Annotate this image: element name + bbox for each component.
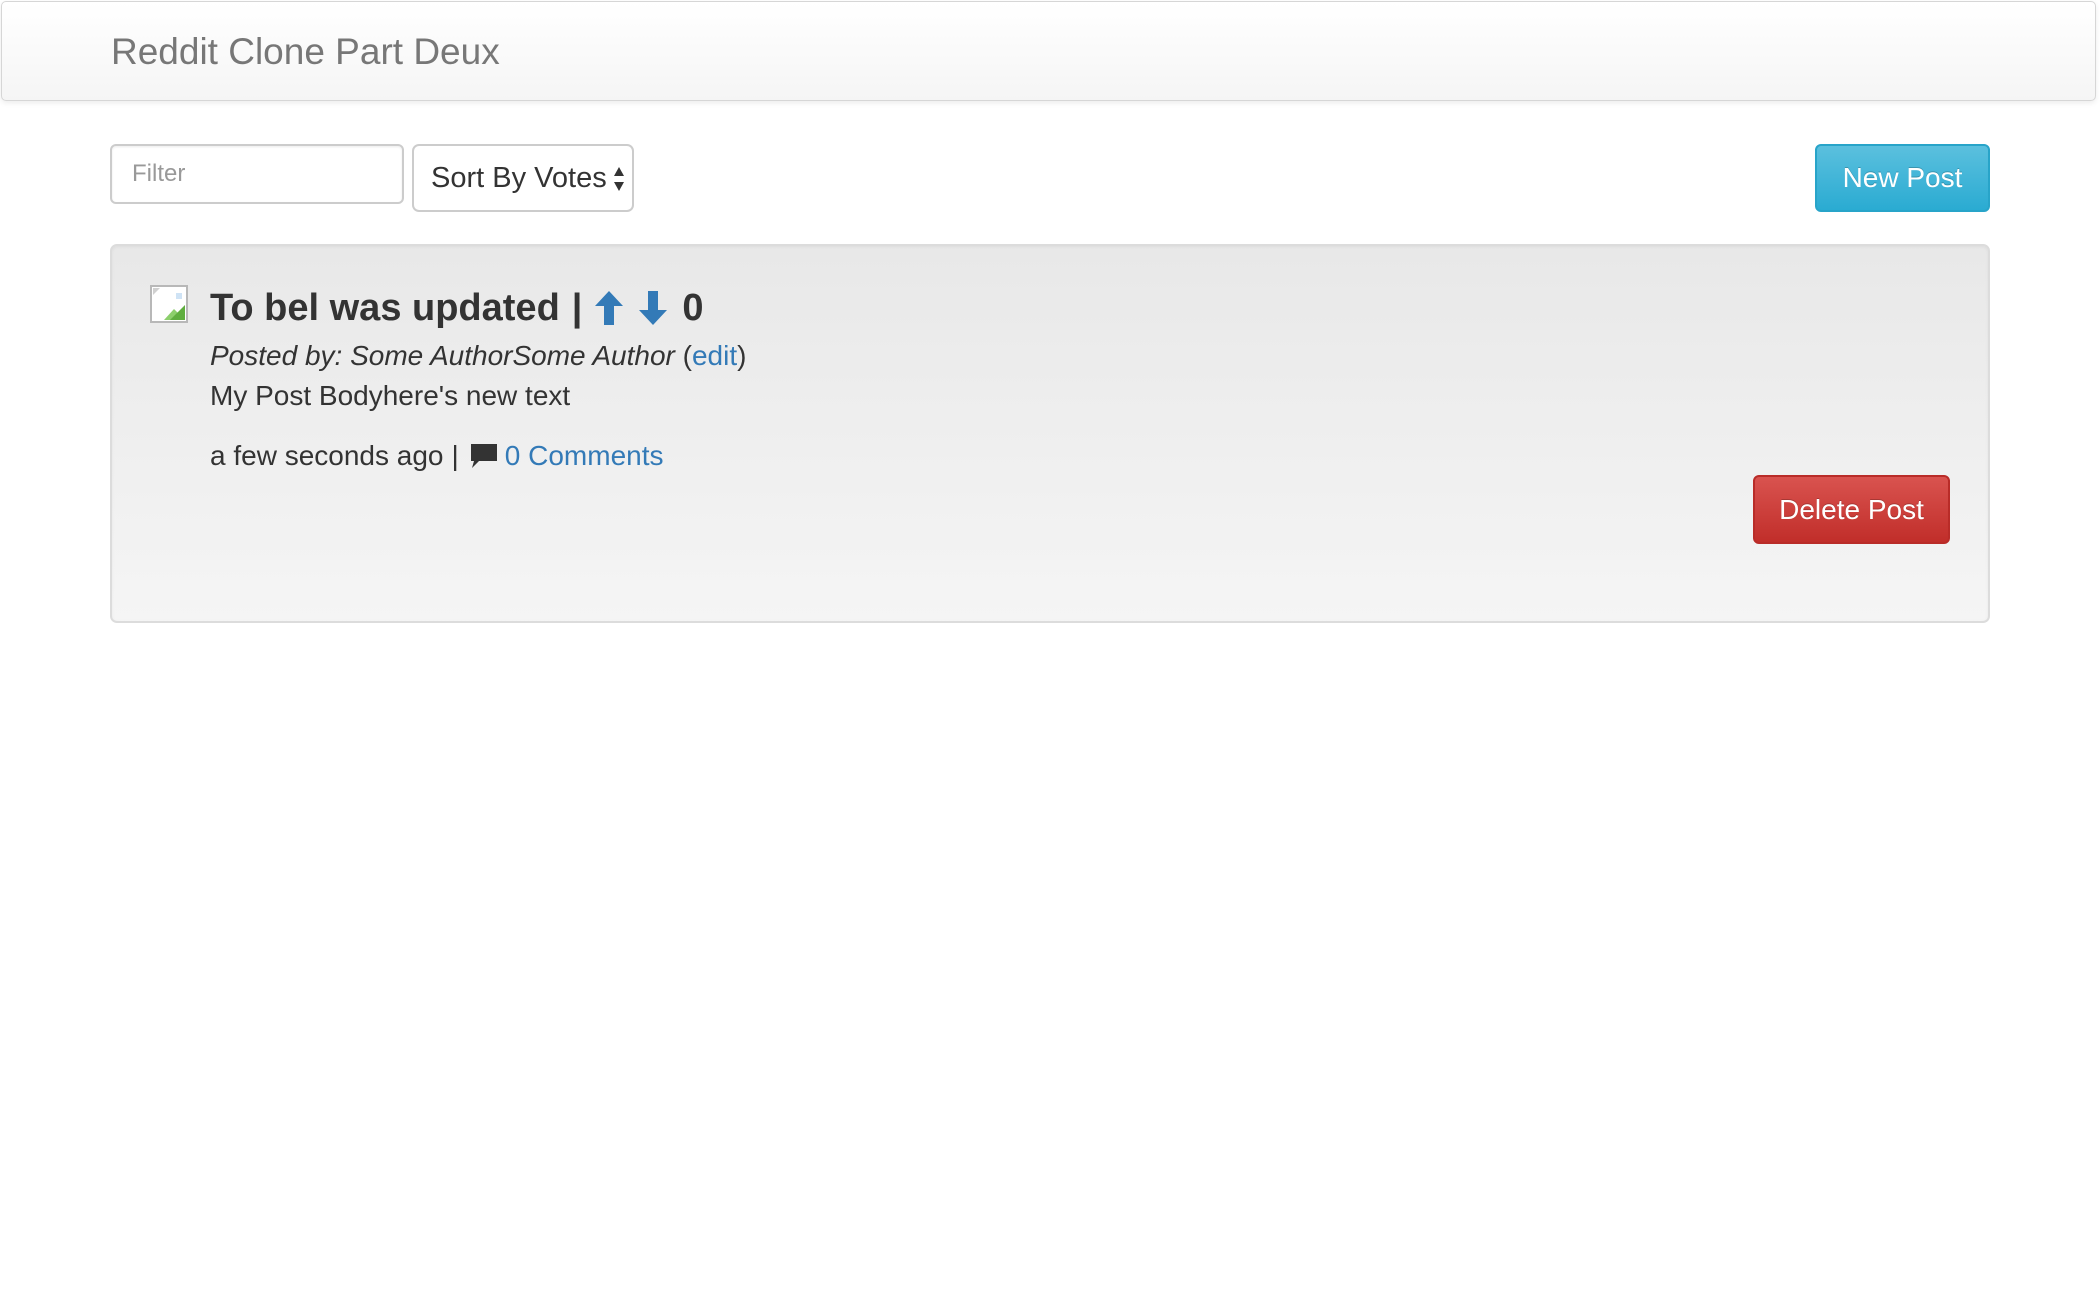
footer-separator: | — [451, 440, 459, 471]
vote-count: 0 — [682, 286, 704, 329]
edit-open-paren: ( — [682, 340, 692, 371]
navbar-brand[interactable]: Reddit Clone Part Deux — [111, 30, 500, 74]
sort-select-value: Sort By Votes — [431, 161, 607, 194]
delete-post-button[interactable]: Delete Post — [1753, 475, 1950, 544]
new-post-button[interactable]: New Post — [1815, 144, 1990, 212]
post-author-line: Posted by: Some AuthorSome Author (edit) — [210, 338, 746, 374]
comment-icon — [470, 444, 497, 468]
arrow-up-icon[interactable] — [594, 290, 624, 326]
posted-by-text: Posted by: Some AuthorSome Author — [210, 340, 675, 371]
edit-link[interactable]: edit — [692, 340, 737, 371]
post-timestamp: a few seconds ago — [210, 440, 444, 471]
post-footer: a few seconds ago | 0 Comments — [210, 438, 664, 474]
broken-image-icon — [150, 285, 188, 323]
arrow-down-icon[interactable] — [638, 290, 668, 326]
select-arrows-icon — [614, 167, 624, 191]
comments-link[interactable]: 0 Comments — [505, 438, 664, 474]
delete-post-button-label: Delete Post — [1779, 493, 1924, 525]
edit-close-paren: ) — [737, 340, 747, 371]
post-title[interactable]: To bel was updated — [210, 287, 560, 330]
post-body: My Post Bodyhere's new text — [210, 380, 571, 411]
post-title-row: To bel was updated | 0 — [210, 283, 704, 333]
navbar: Reddit Clone Part Deux — [1, 1, 2096, 101]
filter-input[interactable] — [110, 144, 404, 204]
sort-select[interactable]: Sort By Votes — [412, 144, 634, 212]
new-post-button-label: New Post — [1842, 162, 1963, 193]
title-separator: | — [571, 286, 583, 329]
